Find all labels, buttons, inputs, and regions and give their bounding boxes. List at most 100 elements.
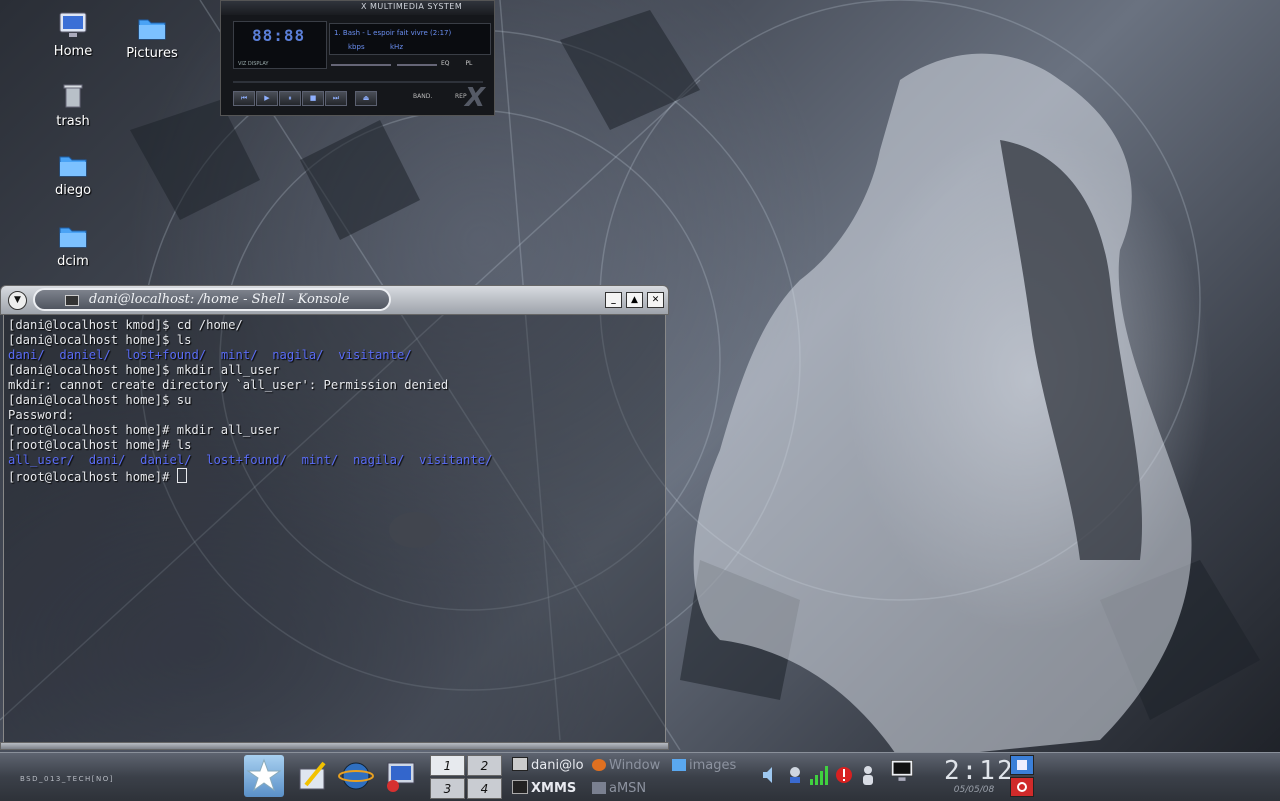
launcher-display[interactable] bbox=[380, 755, 420, 797]
eject-button[interactable]: ⏏ bbox=[355, 91, 377, 106]
eq-toggle[interactable]: EQ bbox=[441, 60, 450, 67]
next-button[interactable]: ⏭ bbox=[325, 91, 347, 106]
desktop-pager: 1 2 3 4 bbox=[430, 755, 502, 799]
xmms-logo: X bbox=[465, 83, 486, 113]
xmms-icon bbox=[512, 780, 528, 794]
band-label[interactable]: BAND. bbox=[413, 93, 432, 100]
volume-slider[interactable] bbox=[331, 64, 391, 66]
balance-slider[interactable] bbox=[397, 64, 437, 66]
dir-entry: lost+found/ bbox=[206, 453, 287, 467]
dir-entry: visitante/ bbox=[419, 453, 493, 467]
browser-icon bbox=[338, 762, 374, 790]
xmms-time-display[interactable]: 88:88 VIZ DISPLAY bbox=[233, 21, 327, 69]
desktop-icon-dcim[interactable]: dcim bbox=[38, 220, 108, 269]
terminal-line: [dani@localhost home]$ su bbox=[8, 393, 192, 407]
task-images[interactable]: images bbox=[672, 756, 748, 776]
clock-date: 05/05/08 bbox=[953, 785, 995, 795]
terminal-line: [dani@localhost home]$ mkdir all_user bbox=[8, 363, 280, 377]
desktop-icon-home[interactable]: Home bbox=[38, 10, 108, 59]
alert-icon[interactable] bbox=[834, 763, 854, 787]
dir-entry: daniel/ bbox=[140, 453, 192, 467]
clock[interactable]: 2:12 05/05/08 bbox=[944, 757, 1013, 795]
user-icon[interactable] bbox=[858, 763, 878, 787]
xmms-song-display[interactable]: 1. Bash - L espoir fait vivre (2:17) kbp… bbox=[329, 23, 491, 55]
desktop-icon-pictures[interactable]: Pictures bbox=[117, 12, 187, 61]
konsole-title-pill[interactable]: dani@localhost: /home - Shell - Konsole bbox=[33, 288, 391, 311]
xmms-vis-label: VIZ DISPLAY bbox=[238, 61, 269, 67]
signal-icon[interactable] bbox=[808, 763, 830, 787]
terminal-line: [dani@localhost home]$ ls bbox=[8, 333, 192, 347]
task-xmms[interactable]: XMMS bbox=[512, 779, 592, 799]
xmms-toggles: EQ PL bbox=[441, 60, 472, 67]
task-label: XMMS bbox=[531, 781, 577, 796]
speaker-icon[interactable] bbox=[760, 763, 780, 787]
terminal-line: [root@localhost home]# mkdir all_user bbox=[8, 423, 280, 437]
amsn-icon bbox=[592, 782, 606, 794]
minimize-button[interactable]: _ bbox=[605, 292, 622, 308]
xmms-time: 88:88 bbox=[252, 26, 306, 45]
terminal-line: [dani@localhost kmod]$ cd /home/ bbox=[8, 318, 243, 332]
xmms-title: X MULTIMEDIA SYSTEM bbox=[361, 2, 463, 11]
folder-icon bbox=[138, 19, 166, 40]
window-menu-button[interactable]: ▼ bbox=[8, 291, 27, 310]
konsole-titlebar[interactable]: ▼ dani@localhost: /home - Shell - Konsol… bbox=[0, 285, 669, 315]
xmms-player[interactable]: X MULTIMEDIA SYSTEM 88:88 VIZ DISPLAY 1.… bbox=[220, 0, 495, 116]
launcher-browser[interactable] bbox=[336, 755, 376, 797]
task-firefox[interactable]: Window bbox=[592, 756, 670, 776]
stop-button[interactable]: ■ bbox=[302, 91, 324, 106]
firefox-icon bbox=[592, 759, 606, 771]
desktop-icon-label: dcim bbox=[57, 254, 89, 269]
ls-output: dani/ daniel/ lost+found/ mint/ nagila/ … bbox=[8, 348, 661, 363]
terminal-line: [root@localhost home]# ls bbox=[8, 438, 192, 452]
maximize-button[interactable]: ▲ bbox=[626, 292, 643, 308]
task-konsole[interactable]: dani@lo bbox=[512, 756, 592, 776]
xmms-controls: ⏮ ▶ ⏸ ■ ⏭ ⏏ BAND. REP bbox=[233, 91, 483, 107]
seek-bar[interactable] bbox=[233, 81, 483, 83]
desktop-icon-trash[interactable]: trash bbox=[38, 80, 108, 129]
logout-button[interactable] bbox=[1010, 777, 1034, 797]
terminal-prompt: [root@localhost home]# bbox=[8, 470, 177, 484]
task-label: dani@lo bbox=[531, 758, 584, 773]
monitor-icon bbox=[59, 12, 87, 37]
desktop-icon-diego[interactable]: diego bbox=[38, 149, 108, 198]
xmms-khz: kHz bbox=[390, 43, 403, 51]
start-menu-button[interactable] bbox=[244, 755, 284, 797]
network-icon[interactable] bbox=[785, 763, 805, 787]
terminal-line: Password: bbox=[8, 408, 75, 422]
task-amsn[interactable]: aMSN bbox=[592, 779, 670, 799]
desktop-icon-label: Pictures bbox=[126, 46, 178, 61]
pager-desktop-1[interactable]: 1 bbox=[430, 755, 465, 776]
pager-desktop-4[interactable]: 4 bbox=[467, 778, 502, 799]
dir-entry: mint/ bbox=[220, 348, 258, 362]
close-button[interactable]: ✕ bbox=[647, 292, 664, 308]
monitor-icon[interactable] bbox=[884, 759, 920, 783]
xmms-titlebar[interactable]: X MULTIMEDIA SYSTEM bbox=[221, 1, 494, 15]
prev-button[interactable]: ⏮ bbox=[233, 91, 255, 106]
task-list: dani@lo Window images XMMS aMSN bbox=[508, 755, 748, 799]
play-button[interactable]: ▶ bbox=[256, 91, 278, 106]
taskbar-brand: BSD_013_TECH[NO] bbox=[20, 775, 114, 783]
editor-icon bbox=[299, 761, 326, 790]
pager-desktop-2[interactable]: 2 bbox=[467, 755, 502, 776]
taskbar: BSD_013_TECH[NO] 1 2 3 4 dani@lo Window … bbox=[0, 752, 1280, 801]
dir-entry: dani/ bbox=[8, 348, 45, 362]
konsole-window[interactable]: ▼ dani@localhost: /home - Shell - Konsol… bbox=[0, 285, 669, 750]
desktop-icon-label: trash bbox=[56, 114, 90, 129]
power-icon bbox=[1017, 782, 1027, 792]
xmms-song-title: 1. Bash - L espoir fait vivre (2:17) bbox=[334, 29, 452, 37]
lock-screen-button[interactable] bbox=[1010, 755, 1034, 775]
ls-output: all_user/ dani/ daniel/ lost+found/ mint… bbox=[8, 453, 661, 468]
pause-button[interactable]: ⏸ bbox=[279, 91, 301, 106]
dir-entry: visitante/ bbox=[338, 348, 412, 362]
terminal-prompt-line: [root@localhost home]# bbox=[8, 468, 661, 484]
pager-desktop-3[interactable]: 3 bbox=[430, 778, 465, 799]
window-bottom-border[interactable] bbox=[0, 742, 669, 750]
dir-entry: lost+found/ bbox=[125, 348, 207, 362]
terminal-line: mkdir: cannot create directory `all_user… bbox=[8, 378, 449, 392]
xmms-kbps: kbps bbox=[348, 43, 365, 51]
dir-entry: dani/ bbox=[88, 453, 126, 467]
pl-toggle[interactable]: PL bbox=[465, 60, 472, 67]
launcher-editor[interactable] bbox=[292, 755, 332, 797]
terminal-output[interactable]: [dani@localhost kmod]$ cd /home/ [dani@l… bbox=[3, 315, 666, 742]
folder-icon bbox=[59, 156, 87, 177]
